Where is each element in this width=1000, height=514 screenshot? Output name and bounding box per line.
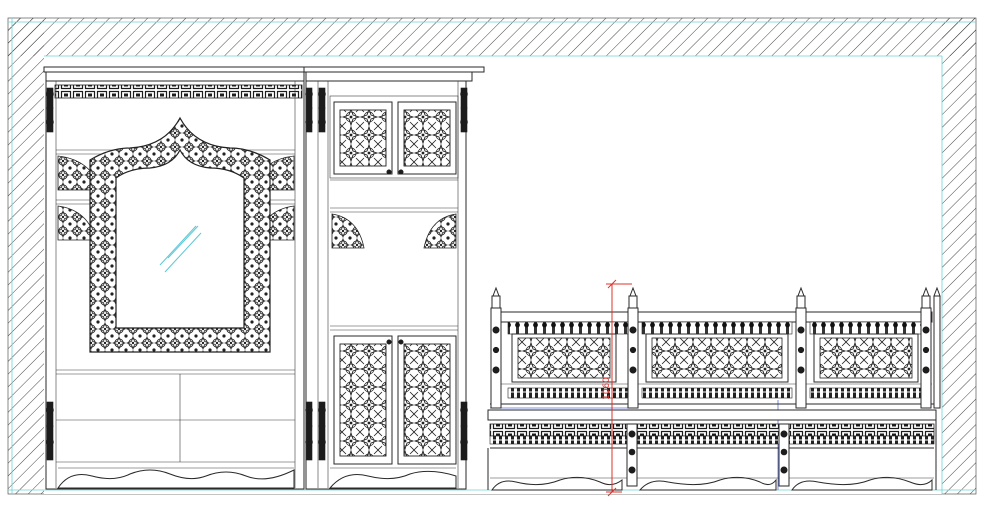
dimension-label: 1060	[602, 377, 612, 400]
elevation-drawing: 1060	[7, 17, 977, 497]
